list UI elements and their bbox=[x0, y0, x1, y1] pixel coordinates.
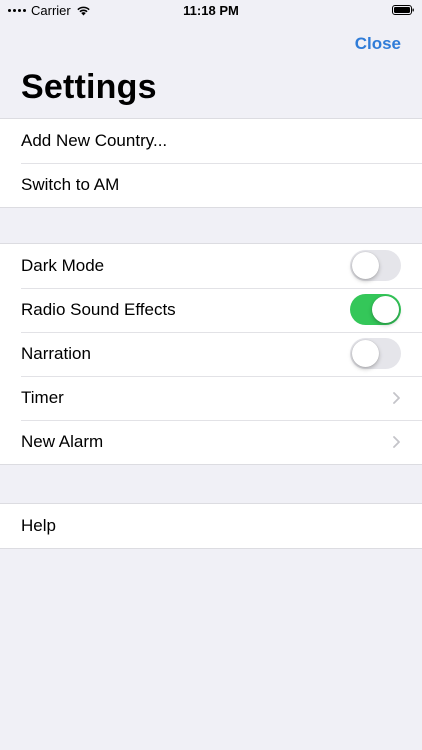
status-time: 11:18 PM bbox=[183, 3, 239, 18]
row-narration: Narration bbox=[0, 332, 422, 376]
close-button[interactable]: Close bbox=[355, 34, 401, 54]
row-new-alarm[interactable]: New Alarm bbox=[0, 420, 422, 464]
row-help[interactable]: Help bbox=[0, 504, 422, 548]
row-switch-to-am[interactable]: Switch to AM bbox=[0, 163, 422, 207]
toggle-knob bbox=[352, 252, 379, 279]
dark-mode-toggle[interactable] bbox=[350, 250, 401, 281]
toggle-knob bbox=[372, 296, 399, 323]
page-title: Settings bbox=[21, 68, 157, 106]
settings-group-support: Help bbox=[0, 503, 422, 549]
settings-group-general: Add New Country... Switch to AM bbox=[0, 118, 422, 208]
row-label: Switch to AM bbox=[21, 175, 120, 194]
chevron-right-icon bbox=[393, 436, 400, 448]
row-label: Timer bbox=[21, 388, 64, 407]
row-add-new-country[interactable]: Add New Country... bbox=[0, 119, 422, 163]
row-timer[interactable]: Timer bbox=[0, 376, 422, 420]
row-label: Add New Country... bbox=[21, 131, 168, 150]
toggle-knob bbox=[352, 340, 379, 367]
settings-group-preferences: Dark Mode Radio Sound Effects Narration … bbox=[0, 243, 422, 465]
chevron-right-icon bbox=[393, 392, 400, 404]
status-bar: Carrier 11:18 PM bbox=[0, 0, 422, 22]
narration-toggle[interactable] bbox=[350, 338, 401, 369]
row-dark-mode: Dark Mode bbox=[0, 244, 422, 288]
row-label: Help bbox=[21, 516, 56, 535]
radio-sound-effects-toggle[interactable] bbox=[350, 294, 401, 325]
battery-icon bbox=[392, 5, 414, 15]
row-radio-sound-effects: Radio Sound Effects bbox=[0, 288, 422, 332]
row-label: New Alarm bbox=[21, 432, 104, 451]
navigation-bar: Close Settings bbox=[0, 22, 422, 118]
